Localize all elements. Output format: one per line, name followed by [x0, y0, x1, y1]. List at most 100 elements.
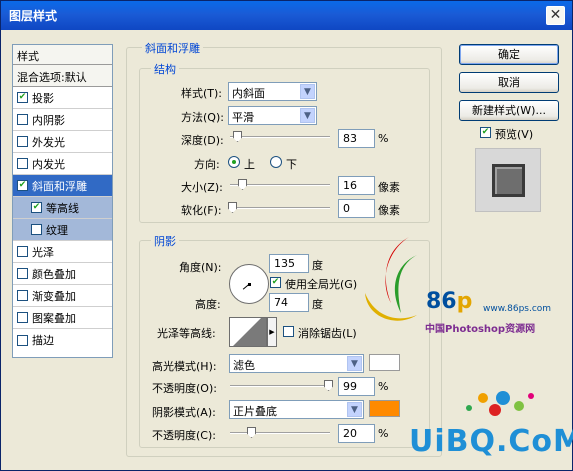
antialias-label: 消除锯齿(L)	[298, 327, 357, 340]
technique-value: 平滑	[232, 111, 254, 124]
color-overlay-checkbox[interactable]	[17, 268, 28, 279]
contour-checkbox[interactable]: ✔	[31, 202, 42, 213]
close-button[interactable]: ✕	[546, 6, 565, 25]
style-item-label: 投影	[32, 91, 54, 105]
direction-down-label: 下	[286, 158, 297, 171]
highlight-mode-select[interactable]: 滤色 ▼	[229, 354, 364, 373]
style-item-texture[interactable]: 纹理	[13, 219, 112, 241]
gloss-contour-dropdown[interactable]: ▶	[267, 317, 277, 347]
shadow-opacity-unit: %	[378, 427, 389, 440]
gloss-contour-preview[interactable]	[229, 317, 267, 347]
angle-input[interactable]: 135	[269, 254, 309, 273]
dot	[514, 401, 524, 411]
brand-p-text: p	[456, 289, 473, 314]
depth-input[interactable]: 83	[338, 129, 375, 148]
chevron-down-icon: ▼	[300, 84, 315, 99]
style-item-satin[interactable]: 光泽	[13, 241, 112, 263]
style-item-inner-glow[interactable]: 内发光	[13, 153, 112, 175]
altitude-unit: 度	[312, 298, 323, 311]
cancel-button[interactable]: 取消	[459, 72, 559, 93]
texture-checkbox[interactable]	[31, 224, 42, 235]
style-item-label: 外发光	[32, 135, 65, 149]
style-item-color-overlay[interactable]: 颜色叠加	[13, 263, 112, 285]
style-item-label: 等高线	[46, 201, 79, 215]
shadow-opacity-input[interactable]: 20	[338, 424, 375, 443]
drop-shadow-checkbox[interactable]: ✔	[17, 92, 28, 103]
style-item-inner-shadow[interactable]: 内阴影	[13, 109, 112, 131]
style-item-label: 颜色叠加	[32, 267, 76, 281]
antialias-checkbox[interactable]	[283, 326, 294, 337]
angle-dial[interactable]	[229, 264, 269, 304]
angle-label: 角度(N):	[179, 261, 222, 274]
highlight-mode-value: 滤色	[233, 359, 255, 372]
ok-button[interactable]: 确定	[459, 44, 559, 65]
style-item-label: 图案叠加	[32, 311, 76, 325]
soften-unit: 像素	[378, 204, 400, 217]
outer-glow-checkbox[interactable]	[17, 136, 28, 147]
altitude-input[interactable]: 74	[269, 293, 309, 312]
style-item-contour[interactable]: ✔ 等高线	[13, 197, 112, 219]
soften-slider[interactable]	[230, 207, 330, 209]
satin-checkbox[interactable]	[17, 246, 28, 257]
size-unit: 像素	[378, 181, 400, 194]
highlight-color-swatch[interactable]	[369, 354, 400, 371]
highlight-mode-label: 高光模式(H):	[152, 360, 217, 373]
bevel-style-value: 内斜面	[232, 87, 265, 100]
bevel-style-select[interactable]: 内斜面 ▼	[228, 82, 317, 101]
preview-checkbox[interactable]: ✔	[480, 127, 491, 138]
shadow-opacity-label: 不透明度(C):	[152, 429, 216, 442]
shadow-color-swatch[interactable]	[369, 400, 400, 417]
style-item-label: 光泽	[32, 245, 54, 259]
direction-up-label: 上	[244, 158, 255, 171]
shadow-mode-select[interactable]: 正片叠底 ▼	[229, 400, 364, 419]
stroke-checkbox[interactable]	[17, 334, 28, 346]
style-item-drop-shadow[interactable]: ✔ 投影	[13, 87, 112, 109]
highlight-opacity-input[interactable]: 99	[338, 377, 375, 396]
gloss-contour-label: 光泽等高线:	[157, 327, 216, 340]
soften-input[interactable]: 0	[338, 199, 375, 218]
shadow-mode-value: 正片叠底	[233, 405, 277, 418]
depth-unit: %	[378, 132, 389, 145]
highlight-opacity-unit: %	[378, 380, 389, 393]
style-item-label: 内发光	[32, 157, 65, 171]
styles-header[interactable]: 样式	[13, 45, 112, 65]
inner-glow-checkbox[interactable]	[17, 158, 28, 169]
title-bar: 图层样式 ✕	[1, 1, 572, 30]
shadow-opacity-slider[interactable]	[230, 432, 330, 434]
style-item-bevel-emboss[interactable]: ✔ 斜面和浮雕	[13, 175, 112, 197]
highlight-opacity-slider[interactable]	[230, 385, 330, 387]
size-input[interactable]: 16	[338, 176, 375, 195]
direction-up-radio[interactable]	[228, 156, 240, 168]
direction-down-radio[interactable]	[270, 156, 282, 168]
brand-86ps-logo: 86p	[426, 289, 472, 314]
style-item-stroke[interactable]: 描边	[13, 329, 112, 351]
new-style-button[interactable]: 新建样式(W)...	[459, 100, 559, 121]
blending-options-item[interactable]: 混合选项:默认	[13, 65, 112, 87]
layer-style-dialog: 图层样式 ✕ 样式 混合选项:默认 ✔ 投影 内阴影 外发光 内发光 ✔ 斜面和…	[0, 0, 573, 471]
style-item-gradient-overlay[interactable]: 渐变叠加	[13, 285, 112, 307]
uibq-watermark: UiBQ.CoM	[409, 424, 573, 459]
chevron-down-icon: ▼	[347, 402, 362, 417]
global-light-label: 使用全局光(G)	[285, 278, 358, 291]
bevel-emboss-checkbox[interactable]: ✔	[17, 180, 28, 191]
pattern-overlay-checkbox[interactable]	[17, 312, 28, 323]
ps-logo-watermark	[365, 237, 417, 321]
dot	[478, 393, 488, 403]
inner-shadow-checkbox[interactable]	[17, 114, 28, 125]
style-item-pattern-overlay[interactable]: 图案叠加	[13, 307, 112, 329]
depth-slider[interactable]	[230, 136, 330, 138]
chevron-down-icon: ▼	[300, 108, 315, 123]
style-item-outer-glow[interactable]: 外发光	[13, 131, 112, 153]
brand-86-text: 86	[426, 289, 457, 314]
gradient-overlay-checkbox[interactable]	[17, 290, 28, 301]
global-light-checkbox[interactable]: ✔	[270, 277, 281, 288]
radio-selected-dot	[232, 160, 236, 164]
logo-green-stroke	[394, 255, 417, 313]
technique-label: 方法(Q):	[181, 111, 224, 124]
angle-unit: 度	[312, 259, 323, 272]
structure-title: 结构	[151, 61, 179, 77]
style-item-label: 斜面和浮雕	[32, 179, 87, 193]
technique-select[interactable]: 平滑 ▼	[228, 106, 317, 125]
watermark-site-name: 中国Photoshop资源网	[425, 324, 536, 335]
bevel-emboss-title: 斜面和浮雕	[142, 40, 203, 56]
